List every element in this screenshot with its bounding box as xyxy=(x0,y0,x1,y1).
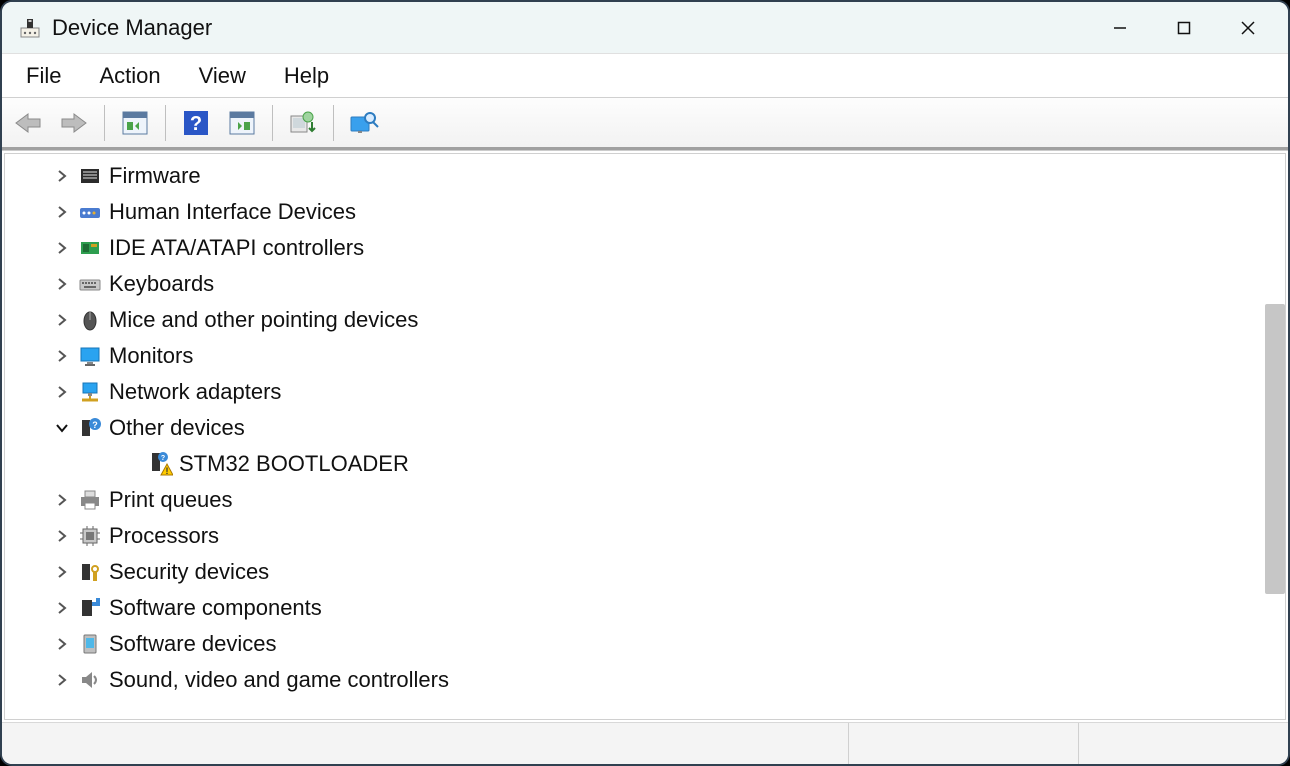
tree-item-label: Monitors xyxy=(109,343,193,369)
tree-item-sound[interactable]: Sound, video and game controllers xyxy=(5,662,1285,698)
chevron-right-icon[interactable] xyxy=(53,527,71,545)
window-title: Device Manager xyxy=(52,15,1088,41)
chevron-right-icon[interactable] xyxy=(53,239,71,257)
chevron-right-icon[interactable] xyxy=(53,167,71,185)
toolbar: ? xyxy=(2,98,1288,150)
chevron-right-icon[interactable] xyxy=(53,383,71,401)
tree-item-label: Keyboards xyxy=(109,271,214,297)
tree-item-other-devices[interactable]: ? Other devices xyxy=(5,410,1285,446)
tree-item-label: Sound, video and game controllers xyxy=(109,667,449,693)
titlebar: Device Manager xyxy=(2,2,1288,54)
status-cell-1 xyxy=(2,723,848,764)
tree-item-label: Software components xyxy=(109,595,322,621)
statusbar xyxy=(2,722,1288,764)
chevron-right-icon[interactable] xyxy=(53,203,71,221)
forward-button[interactable] xyxy=(54,103,94,143)
status-cell-3 xyxy=(1078,723,1288,764)
other-devices-icon: ? xyxy=(77,415,103,441)
tree-item-label: Other devices xyxy=(109,415,245,441)
tree-item-monitors[interactable]: Monitors xyxy=(5,338,1285,374)
tree-item-label: Human Interface Devices xyxy=(109,199,356,225)
network-icon xyxy=(77,379,103,405)
tree-item-label: Software devices xyxy=(109,631,277,657)
action-pane-button[interactable] xyxy=(222,103,262,143)
menu-help[interactable]: Help xyxy=(270,59,343,93)
chevron-right-icon[interactable] xyxy=(53,635,71,653)
tree-item-network[interactable]: Network adapters xyxy=(5,374,1285,410)
chevron-down-icon[interactable] xyxy=(53,419,71,437)
tree-item-keyboards[interactable]: Keyboards xyxy=(5,266,1285,302)
close-button[interactable] xyxy=(1216,2,1280,54)
tree-item-security-devices[interactable]: Security devices xyxy=(5,554,1285,590)
show-hide-console-tree-button[interactable] xyxy=(115,103,155,143)
tree-item-label: Mice and other pointing devices xyxy=(109,307,418,333)
chevron-right-icon[interactable] xyxy=(53,275,71,293)
chevron-right-icon[interactable] xyxy=(53,491,71,509)
back-button[interactable] xyxy=(8,103,48,143)
monitor-icon xyxy=(77,343,103,369)
scrollbar-thumb[interactable] xyxy=(1265,304,1285,594)
minimize-button[interactable] xyxy=(1088,2,1152,54)
tree-item-firmware[interactable]: Firmware xyxy=(5,158,1285,194)
svg-text:?: ? xyxy=(161,455,165,462)
tree-item-label: STM32 BOOTLOADER xyxy=(179,451,409,477)
device-tree[interactable]: Firmware Human Interface Devices xyxy=(4,153,1286,720)
chevron-right-icon[interactable] xyxy=(53,599,71,617)
svg-text:!: ! xyxy=(166,466,169,476)
tree-item-label: Firmware xyxy=(109,163,201,189)
tree-item-print-queues[interactable]: Print queues xyxy=(5,482,1285,518)
tree-item-label: Security devices xyxy=(109,559,269,585)
mouse-icon xyxy=(77,307,103,333)
software-component-icon xyxy=(77,595,103,621)
keyboard-icon xyxy=(77,271,103,297)
tree-item-mice[interactable]: Mice and other pointing devices xyxy=(5,302,1285,338)
toolbar-separator xyxy=(165,105,166,141)
toolbar-separator xyxy=(272,105,273,141)
software-device-icon xyxy=(77,631,103,657)
unknown-device-warning-icon: ? ! xyxy=(147,451,173,477)
content-area: Firmware Human Interface Devices xyxy=(2,150,1288,722)
cpu-icon xyxy=(77,523,103,549)
menu-view[interactable]: View xyxy=(185,59,260,93)
app-icon xyxy=(18,16,42,40)
chevron-right-icon[interactable] xyxy=(53,311,71,329)
tree-item-processors[interactable]: Processors xyxy=(5,518,1285,554)
window-controls xyxy=(1088,2,1280,54)
chevron-right-icon[interactable] xyxy=(53,347,71,365)
chevron-right-icon[interactable] xyxy=(53,671,71,689)
toolbar-separator xyxy=(104,105,105,141)
tree-item-hid[interactable]: Human Interface Devices xyxy=(5,194,1285,230)
chevron-right-icon[interactable] xyxy=(53,563,71,581)
svg-text:?: ? xyxy=(92,420,98,430)
menubar: File Action View Help xyxy=(2,54,1288,98)
tree-item-label: IDE ATA/ATAPI controllers xyxy=(109,235,364,261)
printer-icon xyxy=(77,487,103,513)
firmware-icon xyxy=(77,163,103,189)
tree-item-label: Network adapters xyxy=(109,379,281,405)
help-button[interactable]: ? xyxy=(176,103,216,143)
svg-text:?: ? xyxy=(190,113,202,135)
status-cell-2 xyxy=(848,723,1078,764)
tree-item-software-components[interactable]: Software components xyxy=(5,590,1285,626)
tree-item-ide[interactable]: IDE ATA/ATAPI controllers xyxy=(5,230,1285,266)
tree-item-software-devices[interactable]: Software devices xyxy=(5,626,1285,662)
security-icon xyxy=(77,559,103,585)
maximize-button[interactable] xyxy=(1152,2,1216,54)
scan-hardware-button[interactable] xyxy=(283,103,323,143)
menu-action[interactable]: Action xyxy=(85,59,174,93)
menu-file[interactable]: File xyxy=(12,59,75,93)
find-button[interactable] xyxy=(344,103,384,143)
tree-item-stm32-bootloader[interactable]: ? ! STM32 BOOTLOADER xyxy=(5,446,1285,482)
ide-icon xyxy=(77,235,103,261)
hid-icon xyxy=(77,199,103,225)
sound-icon xyxy=(77,667,103,693)
tree-item-label: Processors xyxy=(109,523,219,549)
device-manager-window: Device Manager File Action View Help xyxy=(0,0,1290,766)
tree-item-label: Print queues xyxy=(109,487,233,513)
toolbar-separator xyxy=(333,105,334,141)
